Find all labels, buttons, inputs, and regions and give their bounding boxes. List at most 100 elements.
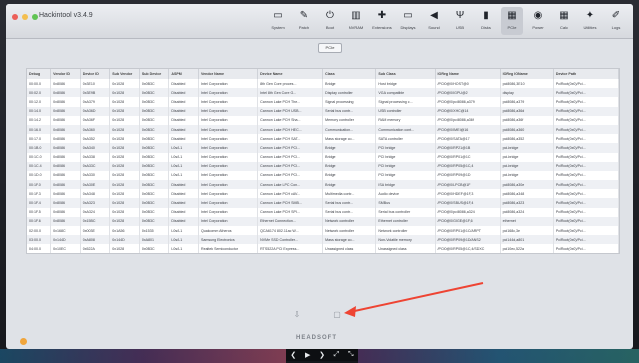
tab-disks[interactable]: ▮ Disks — [475, 7, 497, 35]
table-cell: Audio device — [375, 189, 436, 199]
tab-label: USB — [455, 25, 465, 30]
bottom-actions: ⇩ ▢ — [292, 310, 342, 320]
table-cell: 0x10EC — [50, 244, 81, 253]
table-cell: 00:1D.0 — [27, 170, 52, 181]
table-cell: 0x8086 — [50, 106, 81, 116]
minimize-button[interactable] — [22, 14, 28, 20]
table-cell: pci8086,a352 — [500, 134, 554, 144]
table-row[interactable]: 04:00.0 0x10EC 0x522A 0x1028 0x0B3C L0s/L1 Rea… — [27, 244, 619, 253]
table-cell: 0x1028 — [109, 244, 140, 253]
zoom-button[interactable] — [32, 14, 38, 20]
table-cell: 0x8086 — [50, 115, 81, 125]
table-cell: 0x0B3C — [139, 97, 170, 107]
column-header[interactable]: Sub Class — [375, 69, 436, 79]
column-header[interactable]: Sub Vendor — [109, 69, 140, 79]
table-row[interactable]: 02:00.0 0x168C 0x003E 0x1A56 0x1535 L0s/L1 Qua… — [27, 226, 619, 236]
table-cell: L0s/L1 — [168, 244, 199, 253]
table-cell: PciRoot(0x0)/Pci... — [553, 216, 619, 226]
tab-system[interactable]: ▭ System — [267, 7, 289, 35]
table-row[interactable]: 00:1C.4 0x8086 0xA33C 0x1028 0x0B3C L0s/L1 Int… — [27, 161, 619, 171]
tab-boot[interactable]: ⏻ Boot — [319, 7, 341, 35]
tab-calc[interactable]: ▦ Calc — [553, 7, 575, 35]
close-button[interactable] — [12, 14, 18, 20]
table-cell: 0x1028 — [109, 198, 140, 208]
table-cell: 0x15BC — [80, 216, 111, 226]
tab-label: Sound — [428, 25, 440, 30]
tab-pcie[interactable]: ▦ PCIe — [501, 7, 523, 35]
table-cell: /PCI0@0/pci8086,a36f — [435, 115, 501, 125]
table-row[interactable]: 00:1C.0 0x8086 0xA338 0x1028 0x0B3C L0s/L1 Int… — [27, 152, 619, 162]
table-row[interactable]: 00:1F.5 0x8086 0xA324 0x1028 0x0B3C Disabled I… — [27, 207, 619, 217]
expand-icon[interactable]: ⤡ — [348, 351, 354, 359]
pcie-table[interactable]: Debug Vendor ID Device ID Sub Vendor Sub Dev… — [26, 68, 620, 254]
table-row[interactable]: 00:16.0 0x8086 0xA360 0x1028 0x0B3C Disabled I… — [27, 124, 619, 135]
table-cell: Serial bus contr... — [322, 198, 377, 208]
tab-usb[interactable]: Ψ USB — [449, 7, 471, 35]
table-row[interactable]: 00:1B.0 0x8086 0xA340 0x1028 0x0B3C L0s/L1 Int… — [27, 143, 619, 153]
table-cell: Unassigned class — [375, 244, 436, 253]
table-cell: 0x1028 — [109, 88, 140, 98]
export-icon[interactable]: ⇩ — [292, 310, 302, 320]
table-row[interactable]: 00:1F.4 0x8086 0xA323 0x1028 0x0B3C Disabled I… — [27, 198, 619, 208]
next-icon[interactable]: ❯ — [319, 351, 325, 359]
table-cell: 0x8086 — [50, 170, 81, 181]
column-header[interactable]: Device ID — [80, 69, 111, 79]
table-row[interactable]: 00:02.0 0x8086 0x3E9B 0x1028 0x0B3C Disabled I… — [27, 88, 619, 98]
table-cell: 0xA338 — [80, 152, 111, 162]
copy-icon[interactable]: ▢ — [332, 310, 342, 320]
column-header[interactable]: Sub Device — [139, 69, 170, 79]
column-header[interactable]: Device Name — [257, 69, 324, 79]
tab-sound[interactable]: ◀ Sound — [423, 7, 445, 35]
table-cell: /PCI0@0/RP01@1C — [435, 152, 501, 162]
column-header[interactable]: Class — [322, 69, 377, 79]
table-row[interactable]: 03:00.0 0x144D 0xA808 0x144D 0xA801 L0s/L1 Sam… — [27, 235, 619, 245]
table-cell: PciRoot(0x0)/Pci... — [553, 97, 619, 107]
table-cell: Disabled — [168, 97, 199, 107]
column-header[interactable]: Vendor ID — [50, 69, 81, 79]
table-cell: 0x1028 — [109, 207, 140, 217]
tab-extensions[interactable]: ✚ Extensions — [371, 7, 393, 35]
column-header[interactable]: IOReg IOName — [500, 69, 554, 79]
table-cell: 00:1F.5 — [27, 207, 52, 217]
table-cell: USB controller — [375, 106, 436, 116]
tab-utilities[interactable]: ✦ Utilities — [579, 7, 601, 35]
table-cell: 0x8086 — [50, 143, 81, 153]
table-row[interactable]: 00:1F.6 0x8086 0x15BC 0x1028 0x0B3C Disabled I… — [27, 216, 619, 226]
tab-nvram[interactable]: ▥ NVRAM — [345, 7, 367, 35]
tab-logs[interactable]: ✐ Logs — [605, 7, 627, 35]
table-cell: 00:16.0 — [27, 124, 52, 135]
column-header[interactable]: Vendor Name — [198, 69, 259, 79]
column-header[interactable]: IOReg Name — [435, 69, 501, 79]
fullscreen-icon[interactable]: ⤢ — [334, 351, 340, 359]
table-row[interactable]: 00:1D.0 0x8086 0xA330 0x1028 0x0B3C L0s/L1 Int… — [27, 170, 619, 181]
table-header: Debug Vendor ID Device ID Sub Vendor Sub Dev… — [27, 69, 619, 79]
table-cell: pci8086,a324 — [500, 207, 554, 217]
table-cell: 00:17.0 — [27, 134, 52, 144]
tab-patch[interactable]: ✎ Patch — [293, 7, 315, 35]
column-header[interactable]: ASPM — [168, 69, 199, 79]
table-row[interactable]: 00:00.0 0x8086 0x3E10 0x1028 0x0B3C Disabled I… — [27, 79, 619, 89]
tab-power[interactable]: ◉ Power — [527, 7, 549, 35]
play-icon[interactable]: ▶ — [305, 351, 310, 359]
table-row[interactable]: 00:14.0 0x8086 0xA36D 0x1028 0x0B3C Disabled I… — [27, 106, 619, 116]
table-row[interactable]: 00:12.0 0x8086 0xA379 0x1028 0x0B3C Disabled I… — [27, 97, 619, 107]
toolbar: Hackintool v3.4.9 ▭ System ✎ Patch ⏻ Boot ▥ NVR… — [6, 4, 633, 39]
table-row[interactable]: 00:14.2 0x8086 0xA36F 0x1028 0x0B3C Disabled I… — [27, 115, 619, 125]
column-header[interactable]: Debug — [27, 69, 52, 79]
table-cell: 00:00.0 — [27, 79, 52, 89]
log-icon: ✐ — [611, 10, 621, 21]
table-cell: QCA6174 802.11ac W... — [257, 226, 324, 236]
table-cell: Cannon Lake PCH Sha... — [257, 115, 324, 125]
prev-icon[interactable]: ❮ — [290, 351, 296, 359]
table-cell: 0xA324 — [80, 207, 111, 217]
tab-displays[interactable]: ▭ Displays — [397, 7, 419, 35]
table-row[interactable]: 00:17.0 0x8086 0xA352 0x1028 0x0B3C Disabled I… — [27, 134, 619, 144]
column-header[interactable]: Device Path — [553, 69, 619, 79]
table-cell: Bridge — [322, 152, 377, 162]
table-cell: pci8086,a348 — [500, 189, 554, 199]
table-cell: VGA compatible — [375, 88, 436, 98]
table-cell: 0x1028 — [109, 170, 140, 181]
table-row[interactable]: 00:1F.3 0x8086 0xA348 0x1028 0x0B3C Disabled I… — [27, 189, 619, 199]
table-row[interactable]: 00:1F.0 0x8086 0xA30E 0x1028 0x0B3C Disabled I… — [27, 180, 619, 190]
table-cell: 0xA801 — [139, 235, 170, 245]
